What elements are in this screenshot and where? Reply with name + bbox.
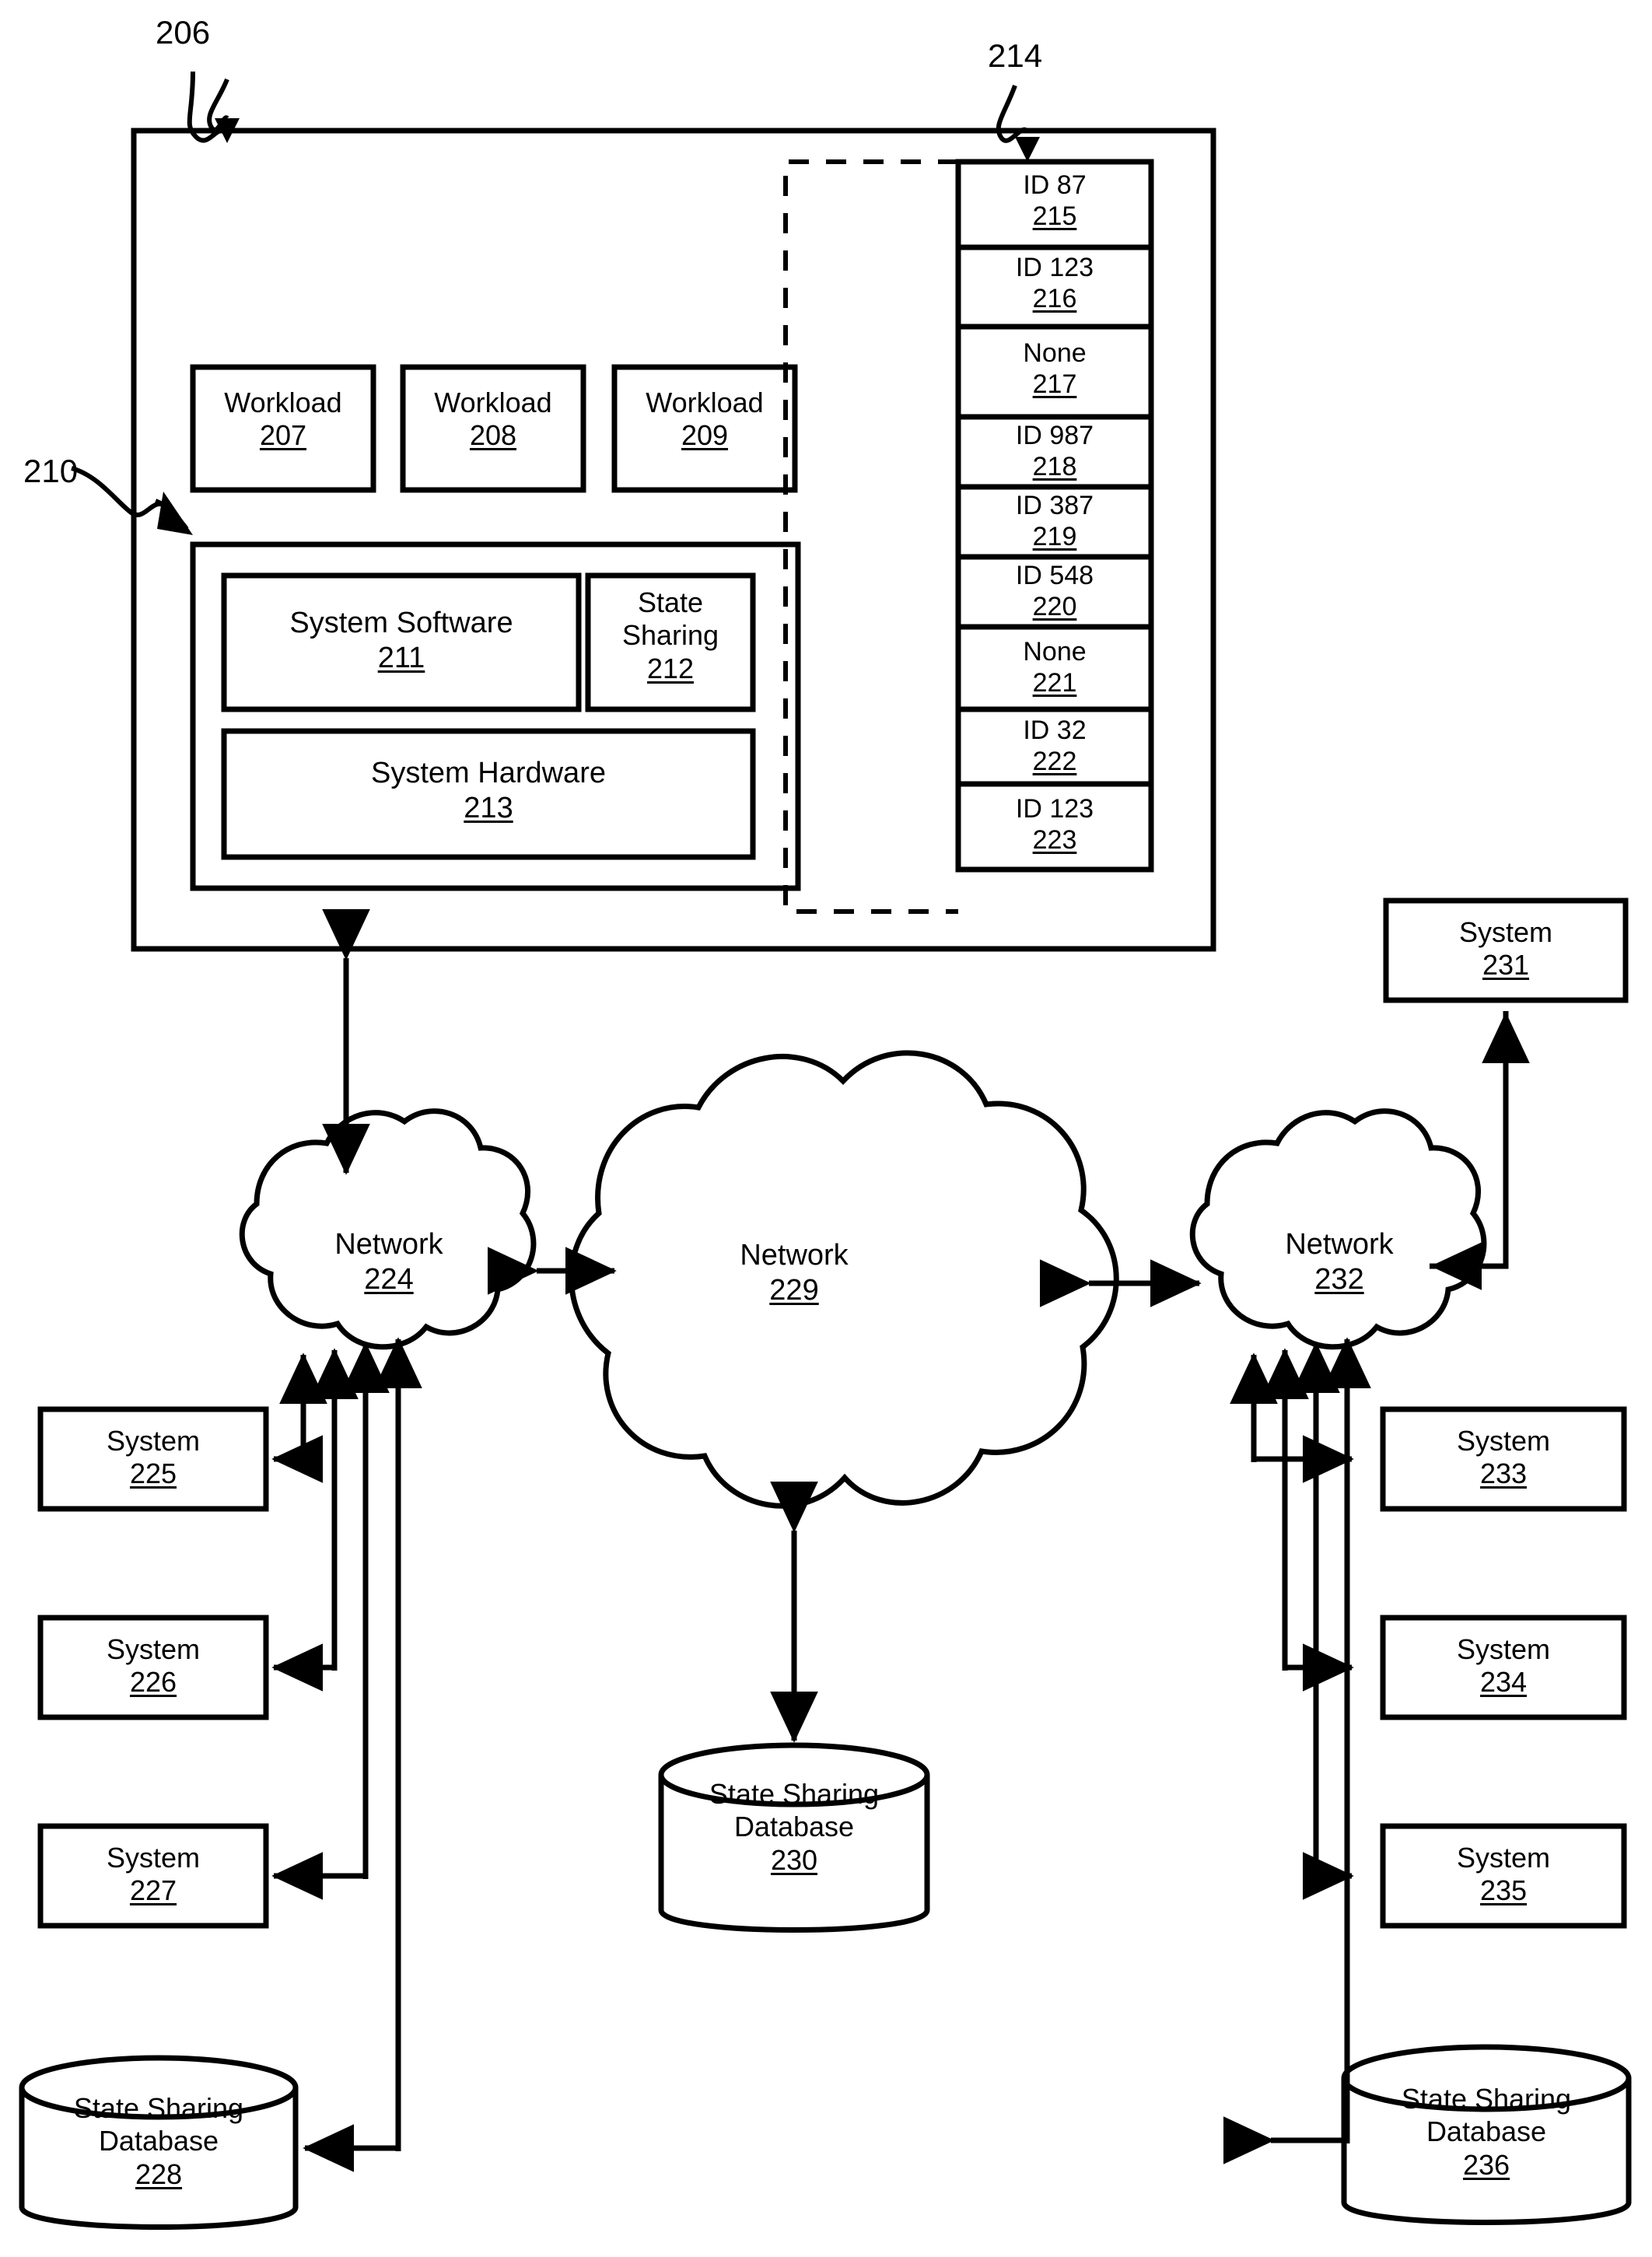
system-software-ref: 211 [377,641,425,674]
workload-label: Workload [224,387,342,418]
workload-ref: 207 [259,419,307,452]
workload-box-207[interactable]: Workload 207 [193,387,373,453]
id-row-221[interactable]: None 221 [958,636,1151,698]
network-cloud-232[interactable]: Network 232 [1223,1227,1456,1297]
database-label-line2: Database [733,1811,855,1843]
callout-206: 206 [156,14,211,51]
system-label: System [106,1842,201,1874]
workload-box-209[interactable]: Workload 209 [614,387,795,453]
state-sharing-ref: 212 [646,652,695,684]
workload-label: Workload [434,387,552,418]
system-ref: 225 [129,1457,177,1490]
id-row-value: None [1023,338,1087,368]
workload-ref: 209 [681,419,729,452]
system-label: System [106,1633,201,1665]
id-row-218[interactable]: ID 987 218 [958,420,1151,482]
patent-figure: 206 214 210 Workload 207 Workload 208 Wo… [0,0,1652,2257]
state-sharing-label-line1: State [637,586,704,618]
id-row-ref: 215 [1032,201,1077,232]
database-label-line1: State Sharing [73,2092,244,2124]
database-cylinder-228[interactable]: State Sharing Database 228 [22,2092,296,2191]
id-row-value: ID 387 [1015,491,1094,520]
system-box-226[interactable]: System 226 [40,1633,266,1699]
callout-214: 214 [988,37,1043,74]
system-label: System [1456,1633,1551,1665]
system-box-235[interactable]: System 235 [1383,1842,1624,1908]
workload-ref: 208 [469,419,517,452]
id-row-value: ID 123 [1015,794,1094,824]
network-label: Network [740,1239,849,1272]
system-hardware-label: System Hardware [371,757,606,789]
database-ref: 236 [1462,2148,1510,2181]
workload-label: Workload [646,387,764,418]
database-label-line1: State Sharing [1401,2083,1572,2115]
workload-box-208[interactable]: Workload 208 [403,387,583,453]
system-box-227[interactable]: System 227 [40,1842,266,1908]
database-label-line2: Database [1426,2115,1547,2148]
id-row-ref: 218 [1032,452,1077,482]
id-row-ref: 216 [1032,284,1077,314]
id-row-value: ID 32 [1023,716,1087,745]
network-cloud-224[interactable]: Network 224 [272,1227,506,1297]
system-label: System [106,1425,201,1457]
id-row-ref: 219 [1032,522,1077,552]
network-ref: 224 [364,1262,414,1296]
id-row-ref: 223 [1032,825,1077,856]
system-ref: 227 [129,1874,177,1907]
id-row-ref: 222 [1032,747,1077,777]
network-label: Network [1285,1228,1394,1261]
system-box-234[interactable]: System 234 [1383,1633,1624,1699]
system-ref: 233 [1479,1457,1528,1490]
id-row-value: None [1023,637,1087,667]
database-ref: 230 [770,1843,818,1876]
database-label-line2: Database [98,2125,219,2157]
id-row-215[interactable]: ID 87 215 [958,170,1151,232]
id-row-219[interactable]: ID 387 219 [958,490,1151,552]
id-row-216[interactable]: ID 123 216 [958,252,1151,314]
id-row-ref: 221 [1032,668,1077,698]
network-ref: 229 [769,1273,819,1307]
network-cloud-229[interactable]: Network 229 [677,1238,911,1308]
id-row-220[interactable]: ID 548 220 [958,560,1151,622]
system-ref: 234 [1479,1666,1528,1699]
database-label-line1: State Sharing [709,1778,880,1810]
system-ref: 235 [1479,1874,1528,1907]
id-row-217[interactable]: None 217 [958,338,1151,400]
id-row-ref: 220 [1032,592,1077,622]
id-row-value: ID 548 [1015,561,1094,590]
database-cylinder-236[interactable]: State Sharing Database 236 [1344,2083,1629,2182]
network-label: Network [334,1228,443,1261]
id-row-value: ID 123 [1015,253,1094,282]
system-box-233[interactable]: System 233 [1383,1425,1624,1491]
system-hardware-ref: 213 [464,791,513,824]
id-row-value: ID 987 [1015,421,1094,450]
callout-210: 210 [23,453,79,489]
system-hardware-box[interactable]: System Hardware 213 [224,756,753,826]
system-ref: 231 [1482,949,1530,982]
system-ref: 226 [129,1666,177,1699]
state-sharing-box[interactable]: State Sharing 212 [588,586,753,685]
database-ref: 228 [135,2157,183,2190]
diagram-canvas [19,71,1632,2230]
system-label: System [1456,1842,1551,1874]
state-sharing-label-line2: Sharing [621,619,719,652]
network-ref: 232 [1314,1262,1364,1296]
id-row-ref: 217 [1032,369,1077,400]
id-row-223[interactable]: ID 123 223 [958,793,1151,856]
database-cylinder-230[interactable]: State Sharing Database 230 [661,1778,927,1877]
system-label: System [1458,916,1553,948]
system-box-225[interactable]: System 225 [40,1425,266,1491]
system-label: System [1456,1425,1551,1457]
system-software-box[interactable]: System Software 211 [224,606,579,676]
id-row-222[interactable]: ID 32 222 [958,715,1151,777]
system-software-label: System Software [289,607,513,639]
id-row-value: ID 87 [1023,170,1087,200]
system-box-231[interactable]: System 231 [1386,916,1626,982]
